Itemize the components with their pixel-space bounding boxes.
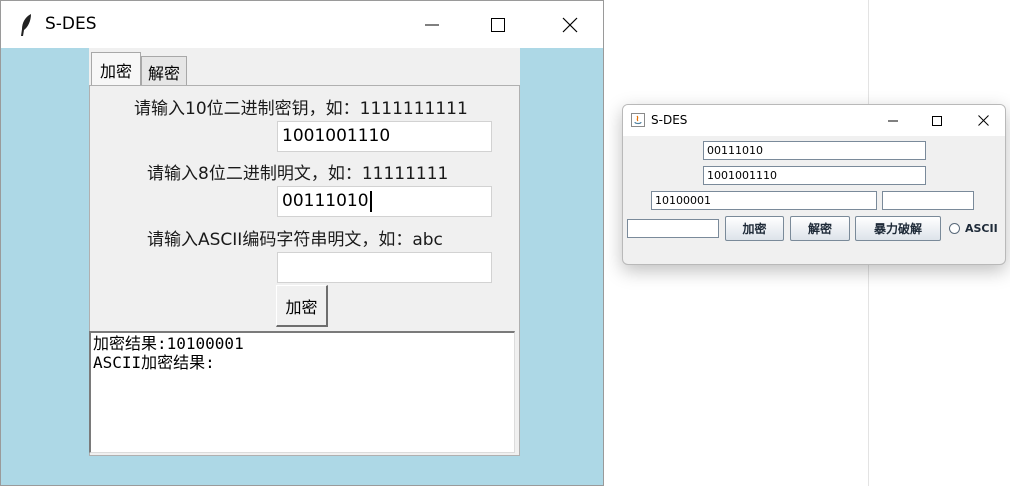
result-line: 加密结果:10100001 — [93, 334, 244, 353]
java-icon — [631, 113, 645, 127]
plaintext-input[interactable]: 00111010 — [277, 186, 492, 217]
close-icon — [562, 17, 578, 32]
key-field[interactable]: 1001001110 — [703, 166, 926, 185]
ascii-input[interactable] — [277, 252, 492, 283]
close-button[interactable] — [537, 1, 603, 48]
key-input-value: 1001001110 — [282, 126, 391, 146]
encrypt-button[interactable]: 加密 — [276, 285, 328, 327]
ascii-radio[interactable]: ASCII — [949, 222, 998, 235]
secondary-result-field[interactable] — [882, 191, 974, 210]
minimize-icon — [425, 24, 439, 25]
window-title: S-DES — [651, 113, 688, 127]
close-button[interactable] — [961, 105, 1005, 136]
ascii-label: 请输入ASCII编码字符串明文，如：abc — [147, 230, 443, 250]
swing-title-bar[interactable]: S-DES — [623, 105, 1005, 136]
result-field[interactable]: 10100001 — [651, 191, 877, 210]
tk-sdes-window: S-DES 加密 解密 请输入10位二进制密钥，如：1111111111 100… — [0, 0, 604, 486]
plaintext-field[interactable]: 00111010 — [703, 141, 926, 160]
minimize-icon — [888, 120, 898, 121]
maximize-icon — [491, 17, 505, 32]
decrypt-button[interactable]: 解密 — [790, 216, 850, 241]
close-icon — [977, 115, 989, 126]
radio-button-icon[interactable] — [949, 223, 960, 234]
tab-decrypt[interactable]: 解密 — [141, 56, 187, 86]
text-caret — [369, 190, 372, 212]
minimize-button[interactable] — [871, 105, 915, 136]
ascii-input-field[interactable] — [627, 219, 719, 238]
window-title: S-DES — [45, 14, 97, 34]
encrypt-button[interactable]: 加密 — [725, 216, 784, 241]
maximize-icon — [932, 115, 942, 126]
ascii-radio-label: ASCII — [965, 222, 998, 235]
plaintext-input-value: 00111010 — [282, 191, 369, 211]
swing-sdes-window: S-DES 00111010 1001001110 10100001 加密 解密… — [622, 104, 1006, 265]
minimize-button[interactable] — [399, 1, 465, 48]
brute-force-button[interactable]: 暴力破解 — [855, 216, 941, 241]
maximize-button[interactable] — [465, 1, 531, 48]
result-line: ASCII加密结果: — [93, 353, 215, 372]
tk-title-bar[interactable]: S-DES — [1, 1, 603, 48]
maximize-button[interactable] — [915, 105, 959, 136]
tk-client-area: 加密 解密 请输入10位二进制密钥，如：1111111111 100100111… — [7, 48, 603, 485]
plaintext-label: 请输入8位二进制明文，如：11111111 — [147, 164, 449, 184]
key-input[interactable]: 1001001110 — [277, 121, 492, 152]
tab-encrypt[interactable]: 加密 — [91, 52, 141, 86]
key-label: 请输入10位二进制密钥，如：1111111111 — [134, 99, 468, 119]
result-text-area[interactable]: 加密结果:10100001 ASCII加密结果: — [89, 331, 515, 453]
feather-icon — [21, 14, 31, 36]
